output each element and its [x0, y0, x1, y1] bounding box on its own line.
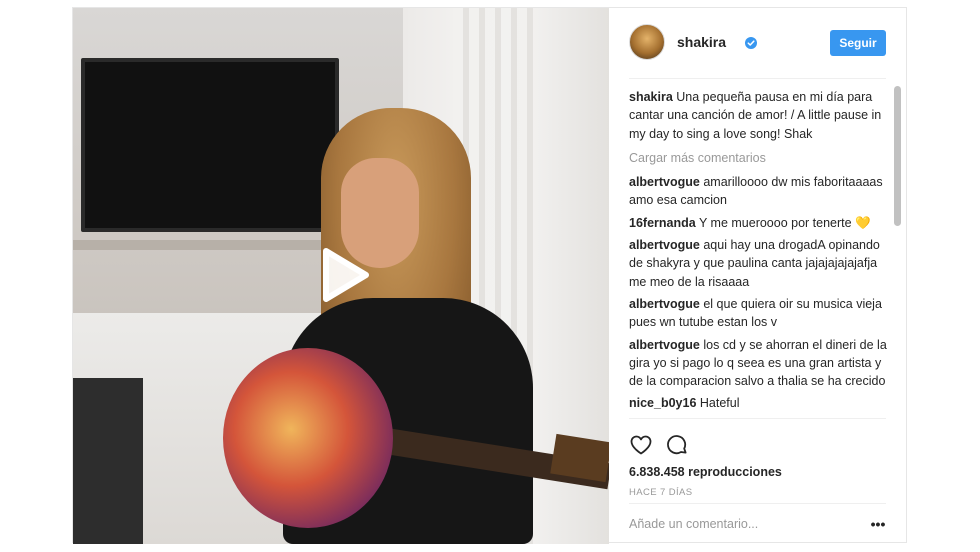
- comment-username[interactable]: albertvogue: [629, 238, 700, 252]
- comment-text: Y me mueroooo por tenerte 💛: [698, 215, 871, 230]
- add-comment-input[interactable]: [629, 514, 849, 534]
- video-scene-guitar-body: [223, 348, 393, 528]
- comment-username[interactable]: albertvogue: [629, 297, 700, 311]
- comments-scrollbar-thumb[interactable]: [894, 86, 901, 226]
- post-side-panel: shakira Seguir shakira Una pequeña pausa…: [609, 8, 906, 542]
- comments-list[interactable]: shakira Una pequeña pausa en mi día para…: [629, 88, 891, 416]
- video-player[interactable]: [73, 8, 609, 544]
- comment-item: albertvogue los cd y se ahorran el diner…: [629, 336, 891, 391]
- comments-scrollbar[interactable]: [894, 82, 901, 416]
- view-count[interactable]: 6.838.458 reproducciones: [629, 465, 782, 479]
- verified-badge-icon: [745, 37, 757, 49]
- comment-text: Hateful: [699, 396, 740, 411]
- heart-icon[interactable]: [629, 433, 653, 457]
- post-author-username[interactable]: shakira: [677, 34, 726, 50]
- comment-username[interactable]: albertvogue: [629, 175, 700, 189]
- comment-item: albertvogue amarilloooo dw mis faboritaa…: [629, 173, 891, 210]
- more-options-icon[interactable]: •••: [870, 516, 886, 532]
- comment-item: 16fernanda Y me mueroooo por tenerte 💛: [629, 214, 891, 232]
- comment-item: albertvogue el que quiera oir su musica …: [629, 295, 891, 332]
- load-more-comments-link[interactable]: Cargar más comentarios: [629, 149, 891, 167]
- avatar[interactable]: [629, 24, 665, 60]
- comment-icon[interactable]: [665, 433, 689, 457]
- caption-username[interactable]: shakira: [629, 90, 673, 104]
- video-scene-guitar-headstock: [550, 433, 609, 483]
- post-timestamp[interactable]: HACE 7 DÍAS: [629, 487, 693, 498]
- video-scene-tv: [81, 58, 339, 232]
- instagram-post: shakira Seguir shakira Una pequeña pausa…: [72, 7, 907, 544]
- post-actions: 6.838.458 reproducciones HACE 7 DÍAS •••: [629, 418, 886, 539]
- comment-username[interactable]: 16fernanda: [629, 216, 696, 230]
- comment-item: nice_b0y16 Hateful: [629, 394, 891, 412]
- video-scene-second-person: [73, 378, 143, 544]
- follow-button[interactable]: Seguir: [830, 30, 886, 56]
- post-header: shakira Seguir: [629, 8, 886, 79]
- caption: shakira Una pequeña pausa en mi día para…: [629, 88, 891, 143]
- play-icon[interactable]: [312, 245, 372, 305]
- comment-username[interactable]: nice_b0y16: [629, 396, 696, 410]
- add-comment-section: •••: [629, 503, 886, 542]
- comment-username[interactable]: albertvogue: [629, 338, 700, 352]
- comment-item: albertvogue aqui hay una drogadA opinand…: [629, 236, 891, 291]
